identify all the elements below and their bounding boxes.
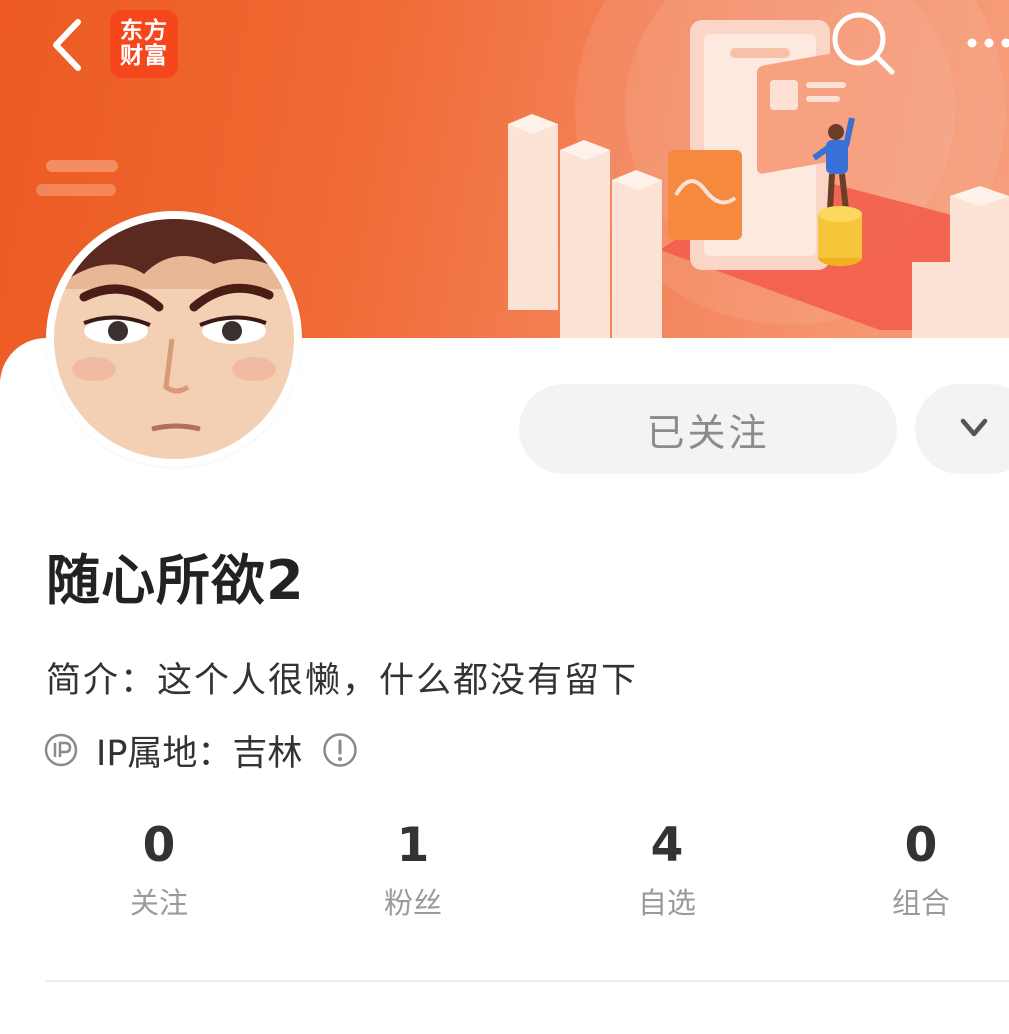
logo-text-line2: 财富 [120, 43, 168, 69]
stat-value: 0 [142, 818, 176, 873]
ip-location-text: IP属地：吉林 [96, 733, 303, 774]
divider [46, 980, 1009, 982]
ip-icon [44, 733, 78, 767]
stats-row: 0 关注 1 粉丝 4 自选 0 组合 [32, 818, 1009, 928]
back-arrow-icon [53, 19, 81, 71]
info-icon[interactable] [322, 732, 358, 768]
chevron-down-icon [960, 418, 988, 437]
username: 随心所欲2 [46, 549, 305, 612]
more-button[interactable] [962, 30, 1009, 56]
logo-text-line1: 东方 [120, 18, 168, 44]
stat-label: 自选 [637, 886, 696, 920]
follow-options-button[interactable] [915, 384, 1009, 474]
stat-portfolio[interactable]: 0 组合 [794, 818, 1009, 920]
search-icon [832, 12, 895, 75]
stat-value: 1 [396, 818, 430, 873]
back-button[interactable] [44, 14, 94, 76]
stat-value: 4 [650, 818, 684, 873]
stat-watchlist[interactable]: 4 自选 [540, 818, 794, 920]
stat-label: 组合 [891, 886, 950, 920]
ip-location-row: IP属地：吉林 [44, 728, 358, 774]
follow-status-button[interactable]: 已关注 [519, 384, 897, 474]
more-dots-icon [967, 38, 1009, 48]
avatar-portrait-icon [54, 219, 294, 459]
stat-label: 粉丝 [383, 886, 442, 920]
stat-followers[interactable]: 1 粉丝 [286, 818, 540, 920]
app-logo: 东方 财富 [110, 10, 178, 78]
stat-value: 0 [904, 818, 938, 873]
search-button[interactable] [828, 8, 898, 78]
bio-text: 简介：这个人很懒，什么都没有留下 [46, 661, 639, 701]
stat-label: 关注 [129, 886, 188, 920]
avatar[interactable] [46, 211, 302, 467]
stat-following[interactable]: 0 关注 [32, 818, 286, 920]
